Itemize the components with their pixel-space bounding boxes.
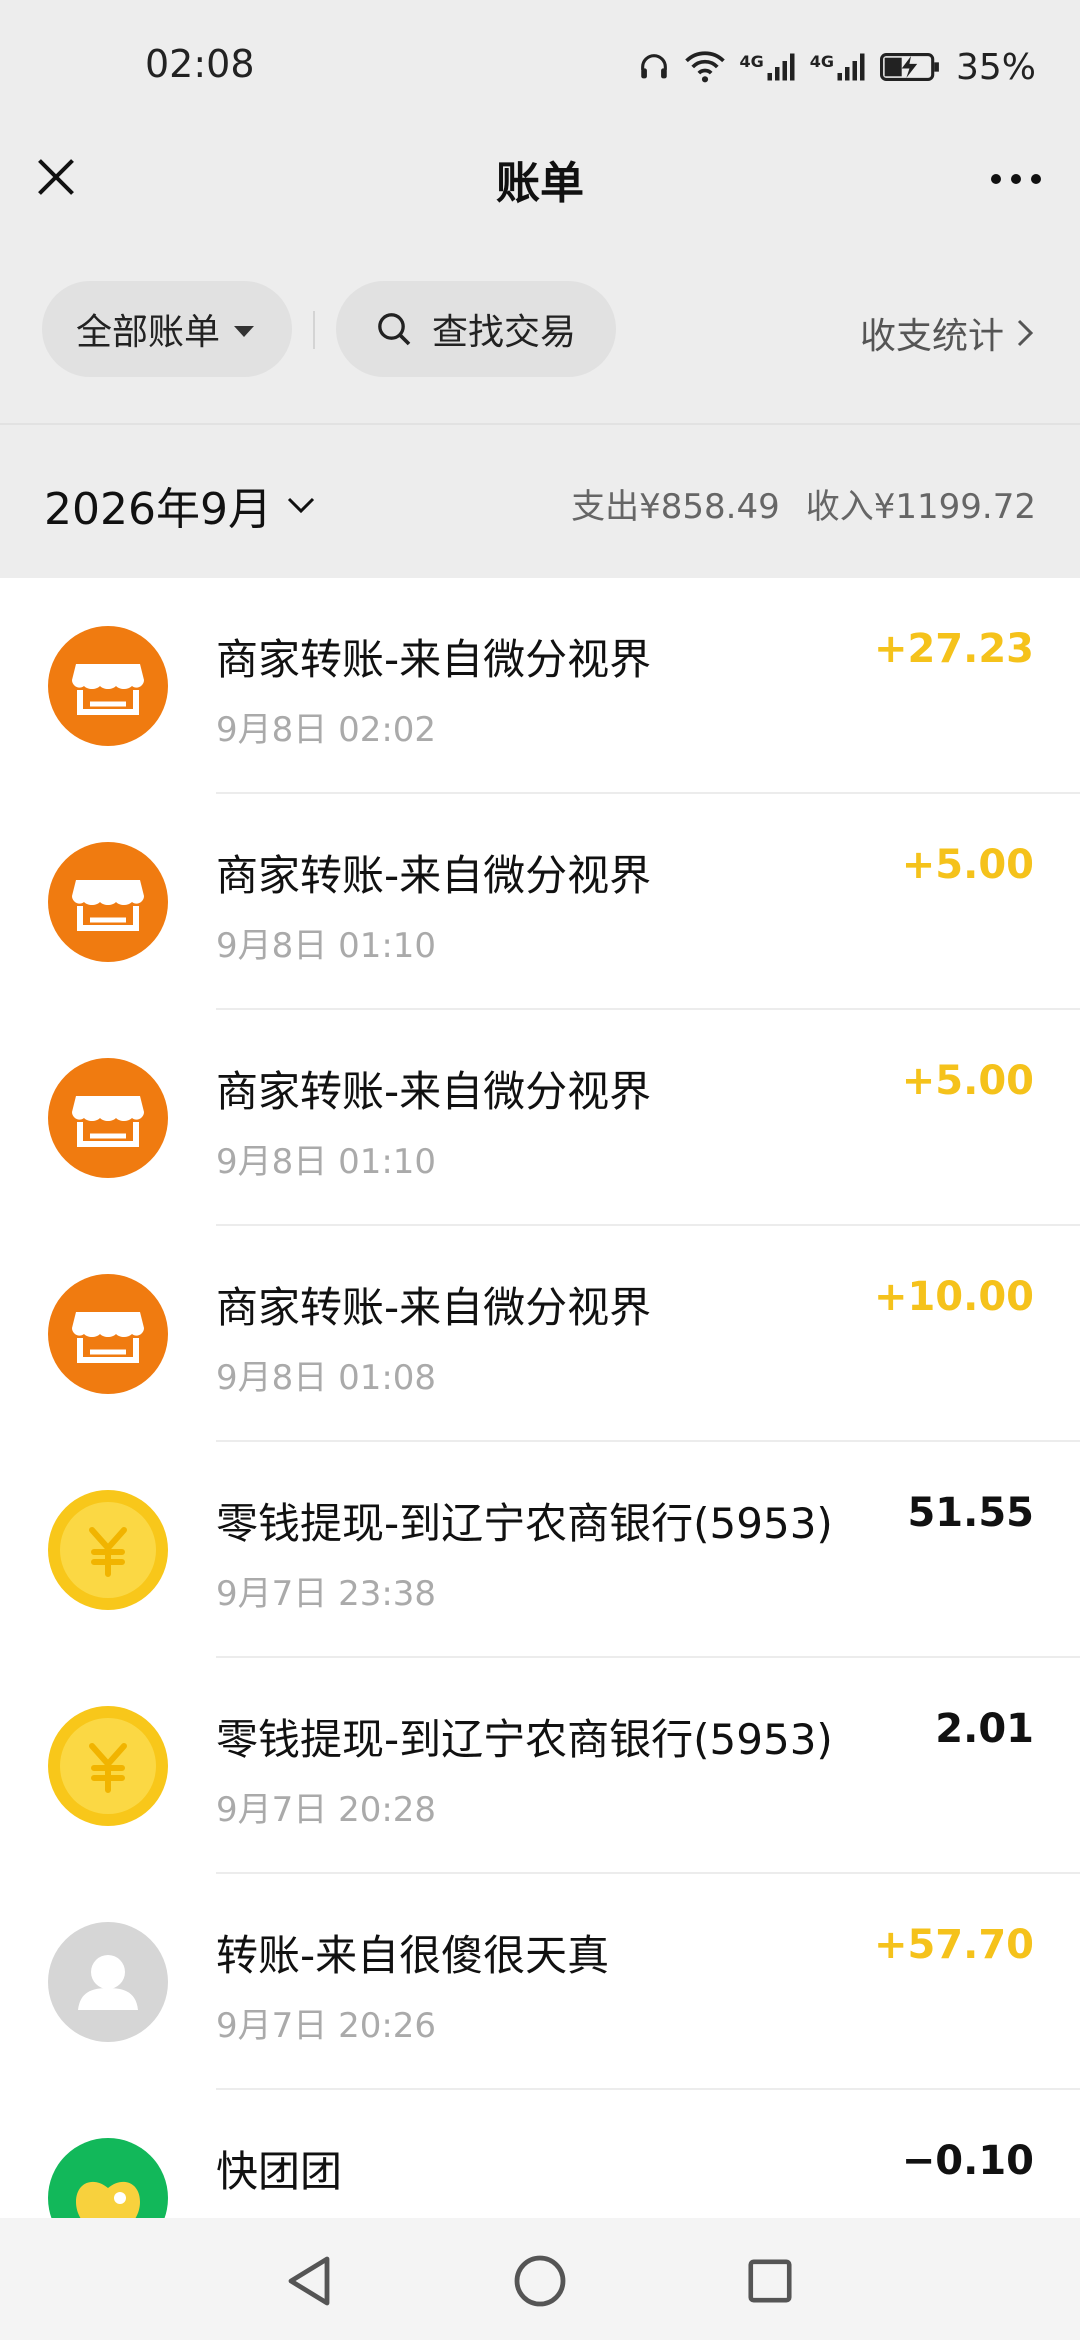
transaction-time: 9月7日 20:26 <box>216 2006 437 2046</box>
transaction-row[interactable]: 商家转账-来自微分视界 9月8日 02:02 +27.23 <box>0 578 1080 794</box>
transaction-amount: 2.01 <box>935 1706 1034 1752</box>
store-icon <box>46 1272 170 1396</box>
transaction-title: 商家转账-来自微分视界 <box>216 1067 652 1116</box>
all-bills-label: 全部账单 <box>76 312 221 353</box>
page-title: 账单 <box>496 158 584 209</box>
income-expense-stats-link[interactable]: 收支统计 <box>860 307 1034 359</box>
transaction-title: 零钱提现-到辽宁农商银行(5953) <box>216 1499 833 1548</box>
stats-label: 收支统计 <box>859 316 1004 357</box>
recents-square-icon <box>748 2259 792 2303</box>
store-icon <box>46 624 170 748</box>
transaction-time: 9月8日 01:10 <box>216 1142 437 1182</box>
transaction-title: 商家转账-来自微分视界 <box>216 635 652 684</box>
transaction-title: 快团团 <box>216 2147 343 2196</box>
search-label: 查找交易 <box>432 312 577 353</box>
status-bar: 02:08 4G 4G 35% <box>0 0 1080 135</box>
month-label: 2026年9月 <box>44 484 272 535</box>
home-button[interactable] <box>505 2246 575 2316</box>
transaction-amount: 51.55 <box>907 1490 1034 1536</box>
network-label-1: 4G <box>739 52 764 71</box>
system-nav-bar <box>0 2218 1080 2340</box>
transaction-title: 商家转账-来自微分视界 <box>216 851 652 900</box>
transaction-row[interactable]: 转账-来自很傻很天真 9月7日 20:26 +57.70 <box>0 1874 1080 2090</box>
transaction-row[interactable]: 商家转账-来自微分视界 9月8日 01:08 +10.00 <box>0 1226 1080 1442</box>
chevron-right-icon <box>1017 319 1034 347</box>
wifi-icon <box>685 50 726 84</box>
network-label-2: 4G <box>809 52 834 71</box>
filter-divider <box>313 311 315 349</box>
transaction-list: 商家转账-来自微分视界 9月8日 02:02 +27.23 商家转账-来自微分视界 9月… <box>0 578 1080 2218</box>
kuaituantuan-icon <box>46 2136 170 2218</box>
status-icons: 4G 4G 35% <box>637 42 1036 92</box>
transaction-row[interactable]: 零钱提现-到辽宁农商银行(5953) 9月7日 20:28 2.01 <box>0 1658 1080 1874</box>
transaction-row[interactable]: 商家转账-来自微分视界 9月8日 01:10 +5.00 <box>0 1010 1080 1226</box>
transaction-time: 9月7日 23:38 <box>216 1574 437 1614</box>
transaction-row[interactable]: 零钱提现-到辽宁农商银行(5953) 9月7日 23:38 51.55 <box>0 1442 1080 1658</box>
transaction-amount: +10.00 <box>873 1274 1034 1320</box>
month-header: 2026年9月 支出¥858.49 收入¥1199.72 <box>0 423 1080 580</box>
back-triangle-icon <box>288 2256 330 2306</box>
more-button[interactable] <box>976 149 1056 209</box>
home-circle-icon <box>514 2255 566 2307</box>
transaction-title: 商家转账-来自微分视界 <box>216 1283 652 1332</box>
chevron-down-icon <box>287 497 315 514</box>
month-expense: 支出¥858.49 <box>571 487 780 527</box>
transaction-amount: +5.00 <box>901 842 1034 888</box>
transaction-row[interactable]: 商家转账-来自微分视界 9月8日 01:10 +5.00 <box>0 794 1080 1010</box>
nav-bar: 账单 <box>0 135 1080 275</box>
month-summary: 支出¥858.49 收入¥1199.72 <box>571 479 1036 528</box>
store-icon <box>46 840 170 964</box>
back-button[interactable] <box>274 2246 344 2316</box>
recents-button[interactable] <box>735 2246 805 2316</box>
search-icon <box>378 313 411 346</box>
transaction-title: 转账-来自很傻很天真 <box>216 1931 610 1980</box>
battery-percent: 35% <box>955 46 1036 88</box>
signal-4g-icon-2: 4G <box>810 52 866 82</box>
store-icon <box>46 1056 170 1180</box>
transaction-time: 9月8日 02:02 <box>216 710 437 750</box>
dropdown-caret-icon <box>234 325 255 337</box>
transaction-row[interactable]: 快团团 −0.10 <box>0 2090 1080 2218</box>
yuan-coin-icon <box>46 1704 170 1828</box>
headphones-icon <box>637 50 671 84</box>
transaction-amount: +27.23 <box>873 626 1034 672</box>
transaction-time: 9月7日 20:28 <box>216 1790 437 1830</box>
month-income: 收入¥1199.72 <box>805 487 1036 527</box>
month-selector[interactable]: 2026年9月 <box>44 473 316 537</box>
transaction-amount: +57.70 <box>873 1922 1034 1968</box>
transaction-amount: −0.10 <box>901 2138 1034 2184</box>
transaction-time: 9月8日 01:08 <box>216 1358 437 1398</box>
all-bills-filter[interactable]: 全部账单 <box>42 281 292 377</box>
transaction-time: 9月8日 01:10 <box>216 926 437 966</box>
user-avatar-icon <box>46 1920 170 2044</box>
battery-charging-icon <box>879 51 942 83</box>
filter-row: 全部账单 查找交易 收支统计 <box>0 275 1080 423</box>
transaction-amount: +5.00 <box>901 1058 1034 1104</box>
signal-4g-icon-1: 4G <box>739 52 795 82</box>
more-dots-icon <box>991 174 1041 184</box>
status-time: 02:08 <box>145 42 255 86</box>
transaction-title: 零钱提现-到辽宁农商银行(5953) <box>216 1715 833 1764</box>
yuan-coin-icon <box>46 1488 170 1612</box>
search-transactions-button[interactable]: 查找交易 <box>336 281 616 377</box>
